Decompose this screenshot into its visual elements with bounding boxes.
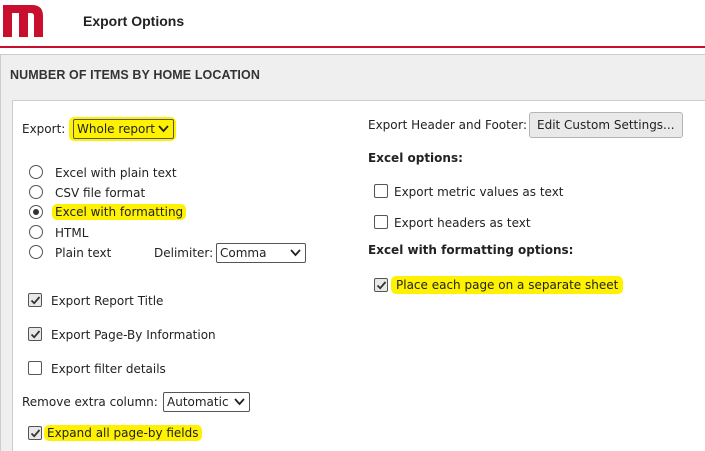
radio-html[interactable] [29, 225, 43, 239]
export-scope-value: Whole report [77, 122, 155, 136]
delimiter-select[interactable]: Comma [216, 243, 306, 263]
header-divider [0, 46, 705, 48]
radio-plain-text[interactable] [29, 245, 43, 259]
edit-custom-settings-button[interactable]: Edit Custom Settings... [529, 112, 683, 138]
option-label-expand-pageby: Expand all page-by fields [44, 425, 202, 441]
option-label-pageby-info: Export Page-By Information [51, 328, 216, 342]
checkmark-icon [30, 429, 41, 438]
option-label-filter-details: Export filter details [51, 362, 166, 376]
format-label-excel-formatting: Excel with formatting [52, 204, 187, 220]
checkbox-headers-text[interactable] [374, 215, 388, 229]
export-label: Export: [22, 122, 66, 136]
chevron-down-icon [158, 125, 169, 133]
checkbox-export-filter-details[interactable] [28, 361, 42, 375]
remove-column-value: Automatic [167, 395, 229, 409]
header-footer-label: Export Header and Footer: [368, 118, 528, 132]
export-options-panel: NUMBER OF ITEMS BY HOME LOCATION Export:… [0, 54, 705, 451]
option-label-report-title: Export Report Title [51, 294, 164, 308]
section-title: NUMBER OF ITEMS BY HOME LOCATION [10, 68, 260, 82]
format-label-excel-plain: Excel with plain text [55, 166, 177, 180]
radio-excel-plain[interactable] [29, 165, 43, 179]
format-label-plain-text: Plain text [55, 246, 112, 260]
checkbox-separate-sheet[interactable] [374, 278, 388, 292]
checkbox-export-report-title[interactable] [28, 293, 42, 307]
radio-excel-formatting[interactable] [29, 205, 43, 219]
checkbox-expand-pageby[interactable] [28, 426, 42, 440]
checkmark-icon [376, 281, 387, 290]
checkmark-icon [30, 330, 41, 339]
microstrategy-logo-icon [3, 5, 43, 37]
checkbox-export-pageby-info[interactable] [28, 327, 42, 341]
delimiter-label: Delimiter: [154, 246, 214, 260]
options-area: Export: Whole report Excel with plain te… [12, 100, 705, 451]
checkmark-icon [30, 296, 41, 305]
option-label-metric-values-text: Export metric values as text [394, 185, 564, 199]
checkbox-metric-values-text[interactable] [374, 184, 388, 198]
export-scope-select[interactable]: Whole report [73, 119, 174, 139]
chevron-down-icon [290, 249, 301, 257]
formatting-options-heading: Excel with formatting options: [368, 243, 574, 257]
excel-options-heading: Excel options: [368, 151, 463, 165]
option-label-separate-sheet: Place each page on a separate sheet [391, 276, 624, 294]
radio-csv[interactable] [29, 185, 43, 199]
page-title: Export Options [83, 13, 185, 29]
remove-column-label: Remove extra column: [22, 395, 158, 409]
format-label-html: HTML [55, 226, 89, 240]
chevron-down-icon [234, 398, 245, 406]
app-header: Export Options [0, 0, 705, 46]
option-label-headers-text: Export headers as text [394, 216, 531, 230]
delimiter-value: Comma [220, 246, 267, 260]
format-label-csv: CSV file format [55, 186, 146, 200]
remove-column-select[interactable]: Automatic [163, 392, 250, 412]
